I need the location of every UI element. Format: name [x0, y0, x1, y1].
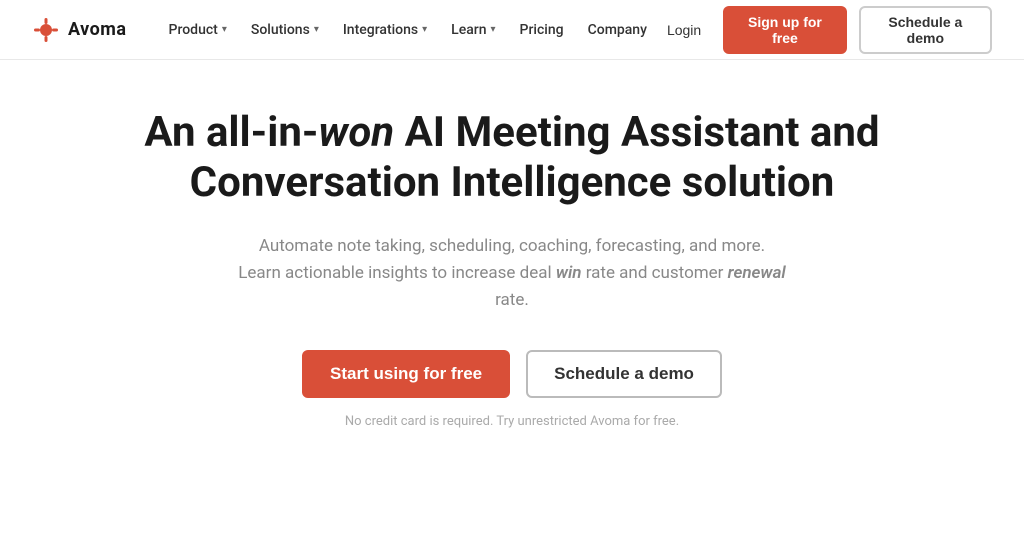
- avoma-logo-icon: [32, 16, 60, 44]
- start-free-button[interactable]: Start using for free: [302, 350, 510, 398]
- nav-links: Product ▾ Solutions ▾ Integrations ▾ Lea…: [159, 16, 657, 44]
- nav-item-pricing[interactable]: Pricing: [510, 16, 574, 44]
- login-button[interactable]: Login: [657, 16, 711, 44]
- hero-title: An all-in-won AI Meeting Assistant andCo…: [144, 108, 879, 209]
- nav-item-learn[interactable]: Learn ▾: [441, 16, 505, 44]
- navbar: Avoma Product ▾ Solutions ▾ Integrations…: [0, 0, 1024, 60]
- chevron-down-icon: ▾: [314, 24, 319, 35]
- logo[interactable]: Avoma: [32, 16, 127, 44]
- nav-item-company[interactable]: Company: [578, 16, 657, 44]
- logo-text: Avoma: [68, 19, 127, 40]
- signup-button[interactable]: Sign up for free: [723, 6, 846, 54]
- hero-subtitle: Automate note taking, scheduling, coachi…: [232, 233, 792, 315]
- nav-actions: Login Sign up for free Schedule a demo: [657, 6, 992, 54]
- cta-buttons: Start using for free Schedule a demo: [302, 350, 722, 398]
- schedule-demo-button[interactable]: Schedule a demo: [526, 350, 722, 398]
- chevron-down-icon: ▾: [422, 24, 427, 35]
- chevron-down-icon: ▾: [491, 24, 496, 35]
- schedule-demo-nav-button[interactable]: Schedule a demo: [859, 6, 992, 54]
- hero-section: An all-in-won AI Meeting Assistant andCo…: [0, 60, 1024, 461]
- nav-item-integrations[interactable]: Integrations ▾: [333, 16, 437, 44]
- chevron-down-icon: ▾: [222, 24, 227, 35]
- nav-item-solutions[interactable]: Solutions ▾: [241, 16, 329, 44]
- nav-item-product[interactable]: Product ▾: [159, 16, 237, 44]
- no-credit-note: No credit card is required. Try unrestri…: [345, 414, 679, 429]
